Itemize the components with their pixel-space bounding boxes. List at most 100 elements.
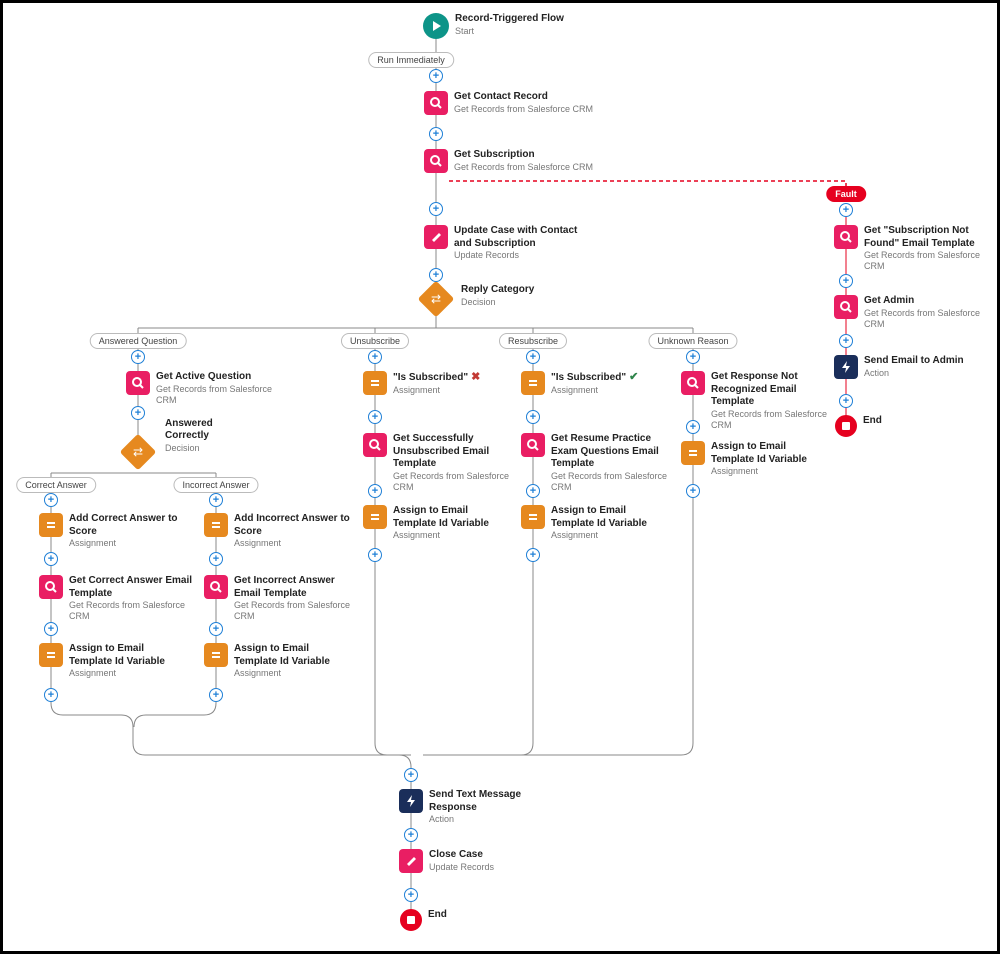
add-icon[interactable]: +: [131, 350, 145, 364]
node-send-text[interactable]: Send Text Message Response Action: [399, 789, 559, 825]
add-icon[interactable]: +: [839, 203, 853, 217]
get-records-icon: [126, 371, 150, 395]
add-icon[interactable]: +: [839, 334, 853, 348]
action-icon: [399, 789, 423, 813]
add-icon[interactable]: +: [209, 552, 223, 566]
node-assign-tmpl2[interactable]: Assign to Email Template Id Variable Ass…: [204, 643, 354, 679]
node-end-fault[interactable]: End: [835, 415, 882, 437]
add-icon[interactable]: +: [44, 493, 58, 507]
node-get-active-question[interactable]: Get Active Question Get Records from Sal…: [126, 371, 286, 406]
start-sub: Start: [455, 26, 564, 37]
cross-icon: ✖: [471, 371, 480, 383]
node-answered-correctly[interactable]: ⇄ Answered Correctly Decision: [125, 439, 151, 465]
add-icon[interactable]: +: [131, 406, 145, 420]
label-unknown-reason: Unknown Reason: [648, 333, 737, 349]
node-get-incorrect-tmpl[interactable]: Get Incorrect Answer Email Template Get …: [204, 575, 359, 623]
node-get-unrecog-tmpl[interactable]: Get Response Not Recognized Email Templa…: [681, 371, 831, 431]
action-icon: [834, 355, 858, 379]
add-icon[interactable]: +: [209, 622, 223, 636]
assignment-icon: [39, 513, 63, 537]
flow-canvas[interactable]: Record-Triggered Flow Start Run Immediat…: [0, 0, 1000, 954]
update-records-icon: [424, 225, 448, 249]
play-icon: [423, 13, 449, 39]
node-end[interactable]: End: [400, 909, 447, 931]
assignment-icon: [363, 505, 387, 529]
start-node[interactable]: Record-Triggered Flow Start: [423, 13, 564, 39]
add-icon[interactable]: +: [209, 493, 223, 507]
node-is-subscribed-false[interactable]: "Is Subscribed"✖ Assignment: [363, 371, 503, 396]
add-icon[interactable]: +: [368, 484, 382, 498]
node-update-case[interactable]: Update Case with Contact and Subscriptio…: [424, 225, 584, 261]
add-icon[interactable]: +: [686, 484, 700, 498]
node-is-subscribed-true[interactable]: "Is Subscribed"✔ Assignment: [521, 371, 661, 396]
get-records-icon: [834, 225, 858, 249]
add-icon[interactable]: +: [686, 350, 700, 364]
label-unsubscribe: Unsubscribe: [341, 333, 409, 349]
node-assign-tmpl5[interactable]: Assign to Email Template Id Variable Ass…: [681, 441, 831, 477]
assignment-icon: [204, 643, 228, 667]
add-icon[interactable]: +: [404, 768, 418, 782]
add-icon[interactable]: +: [429, 127, 443, 141]
get-records-icon: [39, 575, 63, 599]
assignment-icon: [521, 505, 545, 529]
node-close-case[interactable]: Close Case Update Records: [399, 849, 559, 873]
node-assign-tmpl4[interactable]: Assign to Email Template Id Variable Ass…: [521, 505, 671, 541]
add-icon[interactable]: +: [429, 202, 443, 216]
node-get-subscription[interactable]: Get Subscription Get Records from Salesf…: [424, 149, 593, 173]
node-get-correct-tmpl[interactable]: Get Correct Answer Email Template Get Re…: [39, 575, 194, 623]
add-icon[interactable]: +: [839, 394, 853, 408]
add-icon[interactable]: +: [526, 548, 540, 562]
node-get-resume-tmpl[interactable]: Get Resume Practice Exam Questions Email…: [521, 433, 671, 493]
label-run-immediately: Run Immediately: [368, 52, 454, 68]
add-icon[interactable]: +: [209, 688, 223, 702]
get-records-icon: [424, 91, 448, 115]
add-icon[interactable]: +: [839, 274, 853, 288]
update-records-icon: [399, 849, 423, 873]
add-icon[interactable]: +: [368, 548, 382, 562]
assignment-icon: [681, 441, 705, 465]
node-send-admin[interactable]: Send Email to Admin Action: [834, 355, 989, 379]
label-fault: Fault: [826, 186, 866, 202]
get-records-icon: [834, 295, 858, 319]
node-get-admin[interactable]: Get Admin Get Records from Salesforce CR…: [834, 295, 989, 330]
label-incorrect-answer: Incorrect Answer: [173, 477, 258, 493]
label-resubscribe: Resubscribe: [499, 333, 567, 349]
assignment-icon: [204, 513, 228, 537]
end-icon: [835, 415, 857, 437]
end-icon: [400, 909, 422, 931]
check-icon: ✔: [629, 371, 638, 383]
get-records-icon: [424, 149, 448, 173]
add-icon[interactable]: +: [526, 484, 540, 498]
get-records-icon: [521, 433, 545, 457]
add-icon[interactable]: +: [526, 410, 540, 424]
node-add-incorrect[interactable]: Add Incorrect Answer to Score Assignment: [204, 513, 359, 549]
get-records-icon: [204, 575, 228, 599]
node-add-correct[interactable]: Add Correct Answer to Score Assignment: [39, 513, 189, 549]
add-icon[interactable]: +: [368, 350, 382, 364]
add-icon[interactable]: +: [368, 410, 382, 424]
assignment-icon: [521, 371, 545, 395]
node-get-contact[interactable]: Get Contact Record Get Records from Sale…: [424, 91, 593, 115]
add-icon[interactable]: +: [44, 552, 58, 566]
decision-icon: ⇄: [418, 281, 455, 318]
decision-icon: ⇄: [120, 434, 157, 471]
add-icon[interactable]: +: [44, 688, 58, 702]
add-icon[interactable]: +: [429, 69, 443, 83]
node-get-sub-nf[interactable]: Get "Subscription Not Found" Email Templ…: [834, 225, 989, 273]
add-icon[interactable]: +: [429, 268, 443, 282]
add-icon[interactable]: +: [404, 828, 418, 842]
node-reply-category[interactable]: ⇄ Reply Category Decision: [423, 286, 534, 312]
label-correct-answer: Correct Answer: [16, 477, 96, 493]
add-icon[interactable]: +: [526, 350, 540, 364]
node-get-unsub-tmpl[interactable]: Get Successfully Unsubscribed Email Temp…: [363, 433, 513, 493]
add-icon[interactable]: +: [686, 420, 700, 434]
assignment-icon: [39, 643, 63, 667]
get-records-icon: [363, 433, 387, 457]
label-answered-question: Answered Question: [90, 333, 187, 349]
add-icon[interactable]: +: [404, 888, 418, 902]
get-records-icon: [681, 371, 705, 395]
start-title: Record-Triggered Flow: [455, 13, 564, 26]
node-assign-tmpl3[interactable]: Assign to Email Template Id Variable Ass…: [363, 505, 513, 541]
add-icon[interactable]: +: [44, 622, 58, 636]
node-assign-tmpl1[interactable]: Assign to Email Template Id Variable Ass…: [39, 643, 189, 679]
